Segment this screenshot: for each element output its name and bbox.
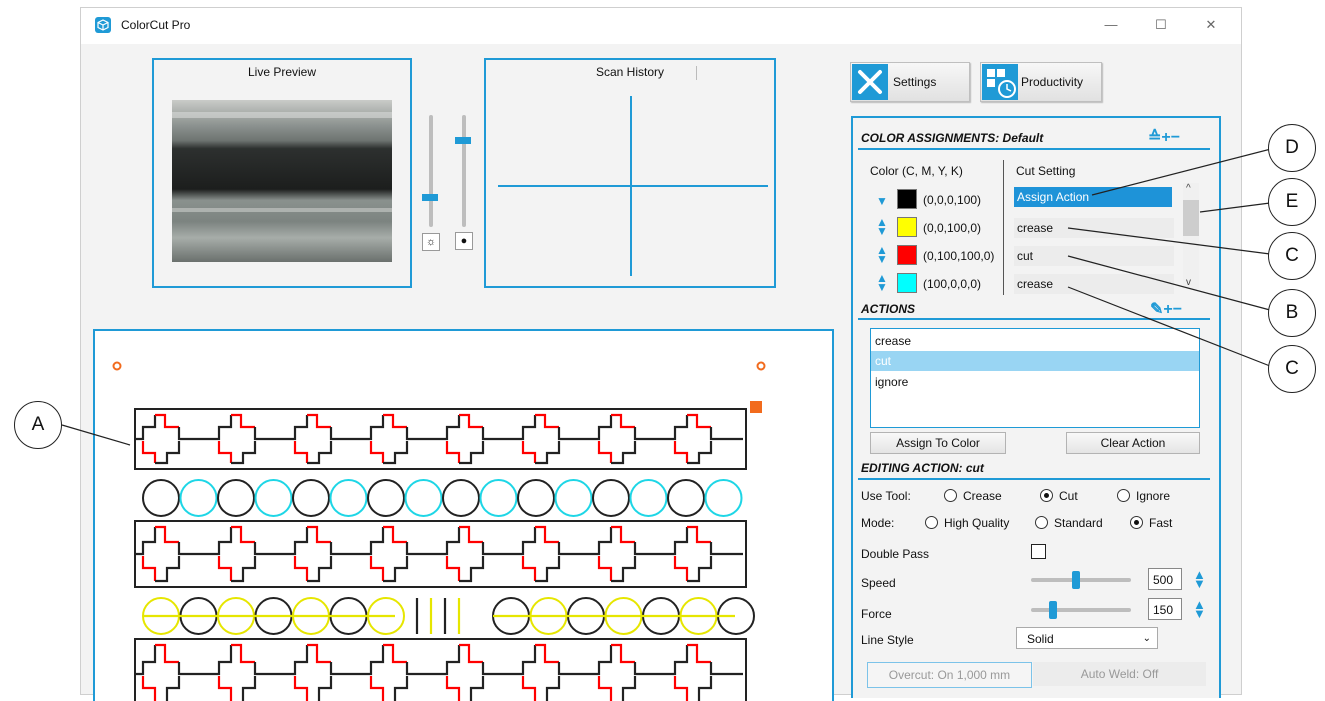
callout-b: B — [1268, 289, 1316, 337]
callout-c: C — [1268, 345, 1316, 393]
callout-d: D — [1268, 124, 1316, 172]
callout-c: C — [1268, 232, 1316, 280]
callout-e: E — [1268, 178, 1316, 226]
callout-leader-lines — [61, 148, 1272, 446]
callout-a: A — [14, 401, 62, 449]
